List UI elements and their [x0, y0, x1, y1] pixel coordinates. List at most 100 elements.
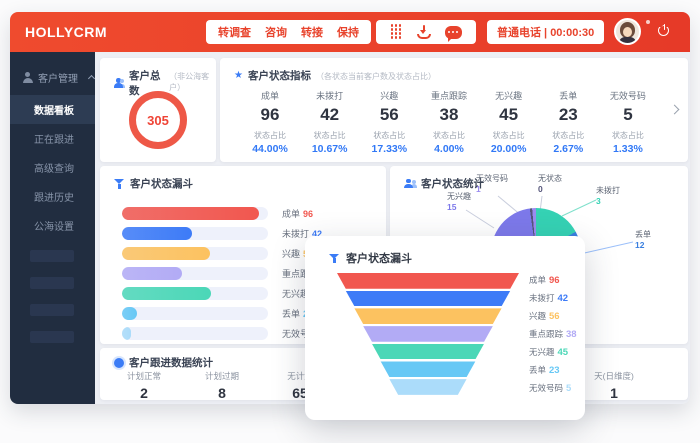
- funnel-segment: [337, 291, 519, 307]
- metric-value: 45: [485, 105, 533, 125]
- metric-item: 重点跟踪 38 状态占比 4.00%: [425, 89, 473, 155]
- modal-title: 客户状态漏斗: [346, 250, 412, 266]
- funnel-legend-item: 丢单23: [529, 364, 577, 382]
- sidebar-skeleton-group: [10, 250, 95, 343]
- metric-ratio-label: 状态占比: [306, 130, 354, 141]
- funnel-bar-fill: [122, 307, 137, 320]
- metric-item: 无兴趣 45 状态占比 20.00%: [485, 89, 533, 155]
- notification-dot: [646, 20, 650, 24]
- metric-item: 兴趣 56 状态占比 17.33%: [365, 89, 413, 155]
- funnel-segment: [337, 326, 519, 342]
- metric-percent: 17.33%: [365, 143, 413, 155]
- followup-stat: 计划过期 8: [190, 370, 254, 401]
- metric-label: 无效号码: [604, 89, 652, 102]
- metric-percent: 2.67%: [544, 143, 592, 155]
- metric-label: 成单: [246, 89, 294, 102]
- metric-value: 5: [604, 105, 652, 125]
- metric-percent: 44.00%: [246, 143, 294, 155]
- funnel-bar-fill: [122, 227, 192, 240]
- followup-title: 客户跟进数据统计: [129, 355, 213, 370]
- user-avatar[interactable]: [614, 18, 641, 45]
- metric-value: 96: [246, 105, 294, 125]
- sidebar-item-dashboard[interactable]: 数据看板: [10, 95, 95, 124]
- funnel-segment: [337, 379, 519, 395]
- funnel-segment: [337, 308, 519, 324]
- status-statistics-title: 客户状态统计: [421, 176, 484, 191]
- chat-icon[interactable]: [445, 26, 462, 39]
- metric-percent: 20.00%: [485, 143, 533, 155]
- funnel-segment: [337, 361, 519, 377]
- metric-label: 兴趣: [365, 89, 413, 102]
- sidebar-skeleton-item: [30, 304, 74, 316]
- metric-percent: 4.00%: [425, 143, 473, 155]
- pie-label: 无兴趣 15: [447, 192, 471, 213]
- sidebar-group-customer-management[interactable]: 客户管理: [10, 52, 95, 95]
- status-metrics-subtitle: （各状态当前客户数及状态占比）: [316, 71, 436, 82]
- status-funnel-modal: 客户状态漏斗 成单96 未拨打42 兴趣56 重点跟踪38 无兴趣45 丢单23…: [305, 236, 585, 420]
- transfer-button[interactable]: 转接: [301, 24, 323, 40]
- pie-label: 丢单 12: [635, 230, 651, 251]
- funnel-legend-item: 无兴趣45: [529, 346, 577, 364]
- sidebar-item-advanced-query[interactable]: 高级查询: [10, 153, 95, 182]
- sidebar-item-public-pool-settings[interactable]: 公海设置: [10, 211, 95, 240]
- power-icon[interactable]: [658, 24, 671, 37]
- metric-ratio-label: 状态占比: [485, 130, 533, 141]
- funnel-bar-fill: [122, 267, 182, 280]
- funnel-bar-fill: [122, 327, 131, 340]
- sidebar-skeleton-item: [30, 331, 74, 343]
- funnel-icon: [114, 178, 125, 189]
- metric-percent: 1.33%: [604, 143, 652, 155]
- metric-value: 38: [425, 105, 473, 125]
- metric-value: 23: [544, 105, 592, 125]
- funnel-legend-item: 兴趣56: [529, 310, 577, 328]
- call-tools-group: [376, 20, 476, 44]
- metric-item: 无效号码 5 状态占比 1.33%: [604, 89, 652, 155]
- funnel-legend-item: 重点跟踪38: [529, 328, 577, 346]
- call-action-group: 转调查 咨询 转接 保持: [206, 20, 371, 44]
- pie-label: 无效号码 1: [476, 174, 508, 195]
- sidebar-skeleton-item: [30, 277, 74, 289]
- sidebar-item-following[interactable]: 正在跟进: [10, 124, 95, 153]
- sidebar: 客户管理 数据看板 正在跟进 高级查询 跟进历史 公海设置: [10, 52, 95, 404]
- app-logo: HOLLYCRM: [25, 24, 107, 40]
- funnel-bar-fill: [122, 287, 211, 300]
- person-icon: [22, 72, 33, 83]
- call-incoming-icon[interactable]: [416, 24, 432, 40]
- funnel-legend-item: 未拨打42: [529, 292, 577, 310]
- funnel-legend: 成单96 未拨打42 兴趣56 重点跟踪38 无兴趣45 丢单23 无效号码5: [529, 274, 577, 400]
- followup-stat: 天(日维度) 1: [582, 370, 646, 401]
- dialpad-icon[interactable]: [391, 24, 403, 40]
- funnel-bar-row: 成单96: [122, 203, 386, 223]
- funnel-chart: [337, 273, 519, 395]
- metric-ratio-label: 状态占比: [544, 130, 592, 141]
- sidebar-skeleton-item: [30, 250, 74, 262]
- consult-button[interactable]: 咨询: [265, 24, 287, 40]
- funnel-segment: [337, 344, 519, 360]
- pie-label: 未拨打 3: [596, 186, 620, 207]
- metric-ratio-label: 状态占比: [425, 130, 473, 141]
- metric-label: 丢单: [544, 89, 592, 102]
- star-icon: ★: [234, 71, 243, 81]
- transfer-survey-button[interactable]: 转调查: [218, 24, 251, 40]
- call-status-badge: 普通电话 | 00:00:30: [487, 20, 604, 44]
- metric-item: 丢单 23 状态占比 2.67%: [544, 89, 592, 155]
- sidebar-item-followup-history[interactable]: 跟进历史: [10, 182, 95, 211]
- top-bar: HOLLYCRM 转调查 咨询 转接 保持 普通电话 | 00:00:30: [10, 12, 690, 52]
- funnel-legend-item: 成单96: [529, 274, 577, 292]
- funnel-bar-fill: [122, 247, 210, 260]
- total-customers-subtitle: （非公海客户）: [169, 71, 216, 93]
- metric-label: 无兴趣: [485, 89, 533, 102]
- hold-button[interactable]: 保持: [337, 24, 359, 40]
- metric-item: 成单 96 状态占比 44.00%: [246, 89, 294, 155]
- status-metrics-title: 客户状态指标: [248, 68, 311, 83]
- metric-item: 未拨打 42 状态占比 10.67%: [306, 89, 354, 155]
- pie-label: 无状态 0: [538, 174, 562, 195]
- users-icon: [114, 78, 124, 88]
- metric-percent: 10.67%: [306, 143, 354, 155]
- metric-ratio-label: 状态占比: [365, 130, 413, 141]
- status-metrics-card: ★ 客户状态指标 （各状态当前客户数及状态占比） 成单 96 状态占比 44.0…: [220, 58, 688, 162]
- total-customers-donut: 305: [129, 91, 187, 149]
- metric-value: 42: [306, 105, 354, 125]
- followup-stat: 计划正常 2: [112, 370, 176, 401]
- sidebar-group-label: 客户管理: [38, 70, 78, 85]
